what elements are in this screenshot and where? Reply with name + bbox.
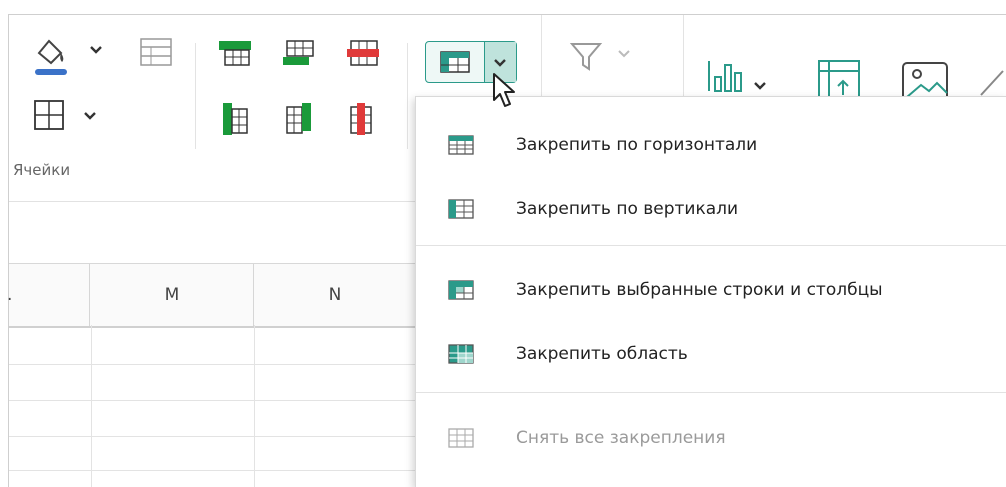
chevron-down-icon[interactable]	[83, 111, 97, 121]
menu-item-label: Закрепить по вертикали	[516, 199, 739, 219]
filter-icon[interactable]	[569, 41, 603, 73]
delete-column-icon[interactable]	[347, 101, 375, 137]
chevron-down-icon[interactable]	[753, 81, 767, 91]
freeze-area-icon	[448, 344, 474, 368]
ribbon-group-label-cells: Ячейки	[13, 161, 71, 179]
insert-row-below-icon[interactable]	[281, 39, 317, 67]
unfreeze-icon	[448, 428, 474, 452]
chart-icon[interactable]	[707, 59, 747, 93]
menu-item-label: Закрепить выбранные строки и столбцы	[516, 280, 883, 300]
menu-item-freeze-area[interactable]: Закрепить область	[416, 326, 1006, 382]
pivot-table-icon[interactable]	[817, 59, 861, 99]
menu-item-unfreeze-all[interactable]: Снять все закрепления	[416, 410, 1006, 466]
cell-style-icon[interactable]	[139, 37, 173, 67]
menu-item-freeze-vertical[interactable]: Закрепить по вертикали	[416, 181, 1006, 237]
column-header[interactable]: .	[7, 264, 90, 326]
fill-color-icon[interactable]	[31, 33, 71, 77]
menu-item-label: Закрепить область	[516, 344, 688, 364]
chevron-down-icon[interactable]	[617, 49, 631, 59]
menu-item-label: Закрепить по горизонтали	[516, 135, 758, 155]
mouse-pointer-icon	[492, 72, 522, 112]
chevron-down-icon	[493, 58, 507, 68]
shape-icon[interactable]	[977, 67, 1006, 99]
borders-icon[interactable]	[33, 99, 65, 131]
freeze-panes-icon	[440, 51, 470, 73]
freeze-rows-icon	[448, 135, 474, 159]
column-header-m[interactable]: M	[91, 264, 254, 326]
insert-column-left-icon[interactable]	[221, 101, 249, 137]
freeze-selected-icon	[448, 280, 474, 304]
insert-row-above-icon[interactable]	[217, 39, 253, 67]
column-header-n[interactable]: N	[254, 264, 417, 326]
delete-row-icon[interactable]	[345, 39, 381, 67]
insert-column-right-icon[interactable]	[285, 101, 313, 137]
menu-item-freeze-selected[interactable]: Закрепить выбранные строки и столбцы	[416, 262, 1006, 318]
menu-item-freeze-horizontal[interactable]: Закрепить по горизонтали	[416, 117, 1006, 173]
freeze-panes-menu: Закрепить по горизонтали Закрепить по ве…	[415, 96, 1006, 487]
freeze-columns-icon	[448, 199, 474, 223]
chevron-down-icon[interactable]	[89, 45, 103, 55]
menu-item-label: Снять все закрепления	[516, 428, 726, 448]
image-icon[interactable]	[901, 61, 949, 101]
